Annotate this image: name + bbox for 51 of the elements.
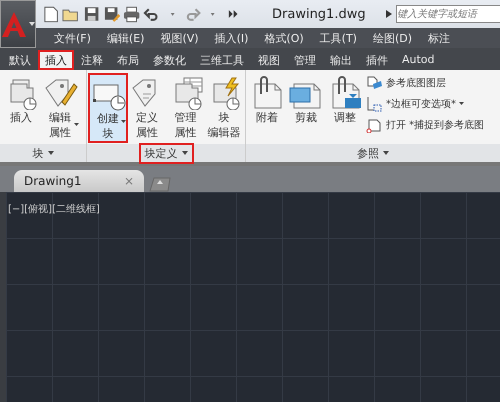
ribbon-tab[interactable]: 输出 [323, 50, 359, 70]
ribbon-small-tool[interactable]: 参考底图图层 [365, 74, 484, 91]
ribbon-tool-button[interactable]: 调整 [326, 74, 364, 144]
caret-icon [182, 151, 188, 155]
ribbon-tool-button[interactable]: 管理 属性 [166, 74, 204, 144]
search-field[interactable]: 键入关键字或短语 [396, 5, 500, 23]
ribbon-tab[interactable]: 插入 [38, 50, 74, 70]
menu-item[interactable]: 插入(I) [206, 30, 256, 46]
menu-item[interactable]: 格式(O) [256, 30, 312, 46]
ribbon-tab[interactable]: 管理 [287, 50, 323, 70]
ribbon-tab[interactable]: 注释 [74, 50, 110, 70]
ribbon-tool-button[interactable]: 块 编辑器 [205, 74, 244, 144]
caret-icon [29, 22, 35, 26]
viewport-controls-label[interactable]: [−][俯视][二维线框] [8, 202, 100, 216]
ribbon-tool-button[interactable]: 附着 [248, 74, 286, 144]
new-tab-icon[interactable] [148, 176, 172, 192]
menu-item[interactable]: 标注 [420, 30, 458, 46]
menu-item[interactable]: 文件(F) [46, 30, 99, 46]
ribbon-tool-button[interactable]: 创建 块 [89, 74, 127, 142]
letter-a-logo-icon [1, 10, 27, 38]
frame-variable-icon [365, 95, 383, 112]
drawing-canvas[interactable]: [−][俯视][二维线框] [6, 192, 500, 402]
caret-icon [383, 151, 389, 155]
panel-title[interactable]: 参照 [353, 144, 393, 162]
stacked-layers-icon [365, 74, 383, 91]
ribbon-tab[interactable]: Autod [395, 50, 442, 70]
ribbon-tool-button[interactable]: 插入 [2, 74, 40, 144]
save-icon[interactable] [82, 5, 100, 23]
ribbon-tool-button[interactable]: 定义 属性 [128, 74, 166, 144]
ribbon-tab[interactable]: 三维工具 [193, 50, 251, 70]
menu-item[interactable]: 编辑(E) [98, 30, 152, 46]
ribbon-tool-button[interactable]: 剪裁 [287, 74, 325, 144]
ribbon-tab[interactable]: 布局 [110, 50, 146, 70]
menu-item[interactable]: 绘图(D) [364, 30, 420, 46]
play-arrow-icon[interactable] [386, 10, 392, 18]
menu-item[interactable]: 视图(V) [152, 30, 207, 46]
new-file-icon[interactable] [42, 5, 60, 23]
ribbon-tab[interactable]: 插件 [359, 50, 395, 70]
ribbon-tab[interactable]: 参数化 [146, 50, 193, 70]
caret-icon [48, 151, 54, 155]
ribbon-tab[interactable]: 默认 [2, 50, 38, 70]
ribbon-tool-button[interactable]: 编辑 属性 [41, 74, 79, 144]
ribbon-small-tool[interactable]: 打开 *捕捉到参考底图 [365, 116, 484, 133]
application-menu-button[interactable] [0, 0, 36, 48]
save-as-icon[interactable] [102, 5, 120, 23]
ribbon-tab[interactable]: 视图 [251, 50, 287, 70]
ribbon-small-tool[interactable]: *边框可变选项* [365, 95, 484, 112]
printer-icon[interactable] [123, 5, 140, 23]
menu-item[interactable]: 工具(T) [312, 30, 365, 46]
document-tab[interactable]: Drawing1 × [14, 170, 144, 192]
document-title: Drawing1.dwg [271, 6, 367, 22]
